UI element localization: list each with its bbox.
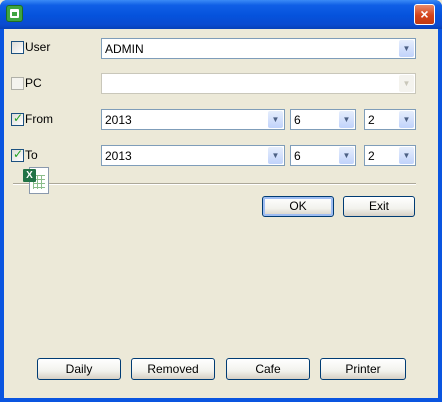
from-check-icon: ✓	[13, 111, 24, 125]
to-label: To	[25, 148, 38, 162]
to-checkbox[interactable]: ✓	[11, 147, 24, 162]
to-month-combo[interactable]: 6 ▼	[290, 145, 356, 166]
app-icon	[6, 5, 23, 22]
title-bar[interactable]: ×	[0, 0, 442, 29]
from-month-value: 6	[294, 113, 301, 127]
from-year-combo[interactable]: 2013 ▼	[101, 109, 285, 130]
close-button[interactable]: ×	[414, 4, 435, 25]
excel-export-icon[interactable]: X	[21, 165, 51, 196]
to-year-value: 2013	[105, 149, 132, 163]
from-day-combo[interactable]: 2 ▼	[364, 109, 416, 130]
daily-button[interactable]: Daily	[37, 358, 121, 380]
separator-line	[13, 183, 416, 185]
cafe-button[interactable]: Cafe	[226, 358, 310, 380]
user-label: User	[25, 40, 51, 54]
to-month-value: 6	[294, 149, 301, 163]
user-combo-dropdown-icon[interactable]: ▼	[399, 40, 414, 57]
excel-badge-icon: X	[23, 169, 36, 182]
to-year-combo[interactable]: 2013 ▼	[101, 145, 285, 166]
to-month-dropdown-icon[interactable]: ▼	[339, 147, 354, 164]
from-year-dropdown-icon[interactable]: ▼	[268, 111, 283, 128]
dialog-window: × User ADMIN ▼ PC ▼ ✓ From 2013 ▼ 6 ▼ 2 …	[0, 0, 442, 402]
from-day-dropdown-icon[interactable]: ▼	[399, 111, 414, 128]
to-day-value: 2	[368, 149, 375, 163]
user-combo[interactable]: ADMIN ▼	[101, 38, 416, 59]
pc-combo-dropdown-icon[interactable]: ▼	[399, 75, 414, 92]
ok-button[interactable]: OK	[262, 196, 334, 217]
from-label: From	[25, 112, 53, 126]
from-checkbox[interactable]: ✓	[11, 111, 24, 126]
printer-button[interactable]: Printer	[320, 358, 406, 380]
from-year-value: 2013	[105, 113, 132, 127]
from-month-combo[interactable]: 6 ▼	[290, 109, 356, 130]
to-day-dropdown-icon[interactable]: ▼	[399, 147, 414, 164]
from-day-value: 2	[368, 113, 375, 127]
to-check-icon: ✓	[13, 147, 24, 161]
exit-button[interactable]: Exit	[343, 196, 415, 217]
from-month-dropdown-icon[interactable]: ▼	[339, 111, 354, 128]
user-combo-value: ADMIN	[105, 42, 144, 56]
pc-checkbox[interactable]	[11, 77, 24, 90]
removed-button[interactable]: Removed	[131, 358, 215, 380]
pc-label: PC	[25, 76, 42, 90]
user-checkbox[interactable]	[11, 41, 24, 54]
dialog-client-area: User ADMIN ▼ PC ▼ ✓ From 2013 ▼ 6 ▼ 2 ▼	[4, 29, 438, 398]
pc-combo[interactable]: ▼	[101, 73, 416, 94]
to-year-dropdown-icon[interactable]: ▼	[268, 147, 283, 164]
to-day-combo[interactable]: 2 ▼	[364, 145, 416, 166]
